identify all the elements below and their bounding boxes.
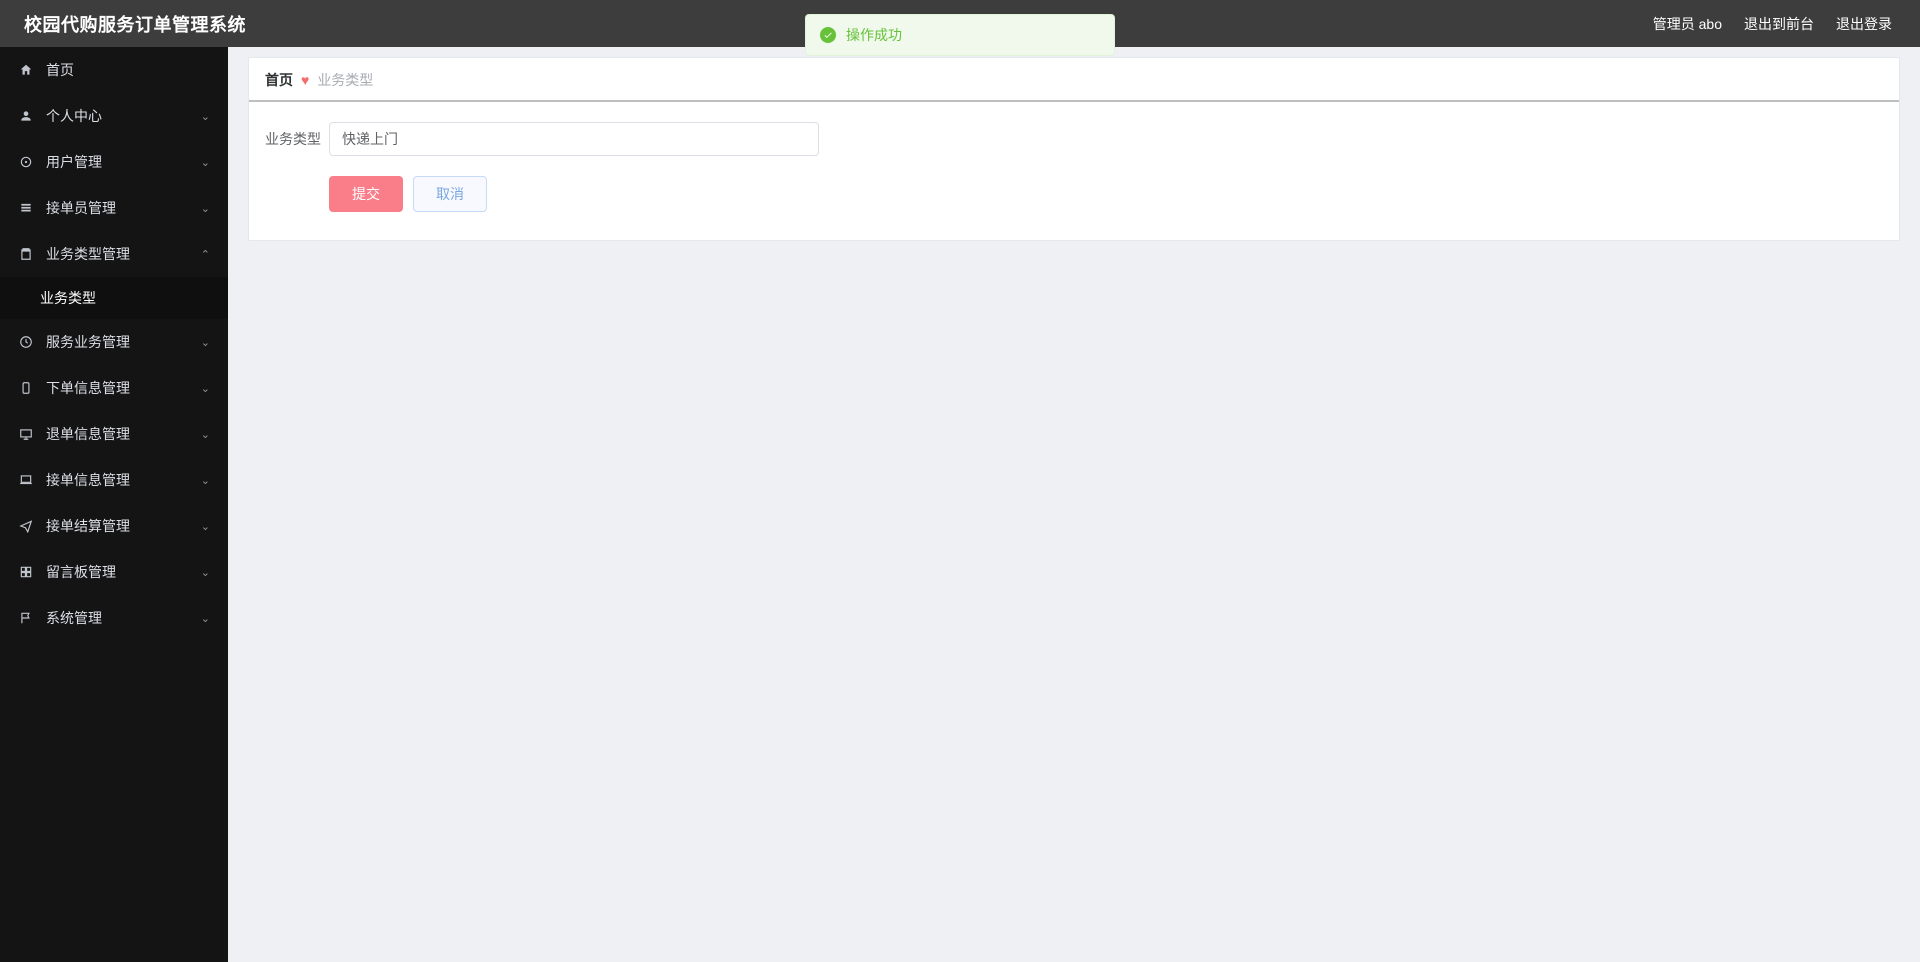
success-check-icon [820, 27, 836, 43]
home-icon [18, 63, 34, 77]
app-title: 校园代购服务订单管理系统 [0, 11, 246, 37]
business-type-row: 业务类型 [265, 122, 1883, 156]
header-actions: 管理员 abo 退出到前台 退出登录 [1653, 14, 1920, 34]
menu-label: 用户管理 [46, 152, 102, 172]
sidebar: 首页 个人中心 ⌄ 用户管理 ⌄ 接单员管理 ⌄ 业务类型管理 ⌃ 业务类型 服… [0, 47, 228, 962]
monitor-icon [18, 427, 34, 441]
menu-home[interactable]: 首页 [0, 47, 228, 93]
main-content: 首页 ♥ 业务类型 业务类型 提交 取消 [228, 47, 1920, 962]
heart-icon: ♥ [301, 72, 309, 88]
list-icon [18, 201, 34, 215]
breadcrumb-current: 业务类型 [317, 70, 373, 90]
chevron-down-icon: ⌄ [201, 382, 210, 395]
form-actions: 提交 取消 [265, 176, 1883, 212]
menu-receiver-mgmt[interactable]: 接单员管理 ⌄ [0, 185, 228, 231]
menu-message-board-mgmt[interactable]: 留言板管理 ⌄ [0, 549, 228, 595]
chevron-down-icon: ⌄ [201, 520, 210, 533]
business-type-label: 业务类型 [265, 129, 321, 149]
admin-label[interactable]: 管理员 abo [1653, 14, 1722, 34]
menu-personal-center[interactable]: 个人中心 ⌄ [0, 93, 228, 139]
user-icon [18, 109, 34, 123]
business-type-input[interactable] [329, 122, 819, 156]
target-icon [18, 155, 34, 169]
menu-accept-info-mgmt[interactable]: 接单信息管理 ⌄ [0, 457, 228, 503]
submit-button[interactable]: 提交 [329, 176, 403, 212]
menu-service-business-mgmt[interactable]: 服务业务管理 ⌄ [0, 319, 228, 365]
chevron-down-icon: ⌄ [201, 428, 210, 441]
menu-settlement-mgmt[interactable]: 接单结算管理 ⌄ [0, 503, 228, 549]
phone-icon [18, 381, 34, 395]
menu-label: 接单员管理 [46, 198, 116, 218]
chevron-down-icon: ⌄ [201, 156, 210, 169]
breadcrumb: 首页 ♥ 业务类型 [249, 58, 1899, 102]
chevron-down-icon: ⌄ [201, 110, 210, 123]
menu-label: 服务业务管理 [46, 332, 130, 352]
form-card: 首页 ♥ 业务类型 业务类型 提交 取消 [248, 57, 1900, 241]
clipboard-icon [18, 247, 34, 261]
menu-label: 退单信息管理 [46, 424, 130, 444]
exit-to-front-link[interactable]: 退出到前台 [1744, 14, 1814, 34]
menu-label: 业务类型管理 [46, 244, 130, 264]
chevron-up-icon: ⌃ [201, 248, 210, 261]
send-icon [18, 519, 34, 533]
chevron-down-icon: ⌄ [201, 612, 210, 625]
flag-icon [18, 611, 34, 625]
menu-label: 留言板管理 [46, 562, 116, 582]
breadcrumb-home[interactable]: 首页 [265, 70, 293, 90]
cancel-button[interactable]: 取消 [413, 176, 487, 212]
menu-label: 接单信息管理 [46, 470, 130, 490]
menu-label: 接单结算管理 [46, 516, 130, 536]
toast-text: 操作成功 [846, 25, 902, 45]
menu-user-mgmt[interactable]: 用户管理 ⌄ [0, 139, 228, 185]
clock-icon [18, 335, 34, 349]
chevron-down-icon: ⌄ [201, 202, 210, 215]
menu-label: 首页 [46, 60, 74, 80]
chevron-down-icon: ⌄ [201, 474, 210, 487]
menu-refund-info-mgmt[interactable]: 退单信息管理 ⌄ [0, 411, 228, 457]
menu-system-mgmt[interactable]: 系统管理 ⌄ [0, 595, 228, 641]
menu-business-type-mgmt[interactable]: 业务类型管理 ⌃ [0, 231, 228, 277]
success-toast: 操作成功 [805, 14, 1115, 56]
submenu-business-type[interactable]: 业务类型 [0, 277, 228, 319]
submenu-label: 业务类型 [40, 288, 96, 308]
menu-label: 个人中心 [46, 106, 102, 126]
menu-order-info-mgmt[interactable]: 下单信息管理 ⌄ [0, 365, 228, 411]
menu-label: 下单信息管理 [46, 378, 130, 398]
chevron-down-icon: ⌄ [201, 336, 210, 349]
form-body: 业务类型 提交 取消 [249, 102, 1899, 240]
laptop-icon [18, 473, 34, 487]
logout-link[interactable]: 退出登录 [1836, 14, 1892, 34]
grid-icon [18, 565, 34, 579]
menu-label: 系统管理 [46, 608, 102, 628]
chevron-down-icon: ⌄ [201, 566, 210, 579]
